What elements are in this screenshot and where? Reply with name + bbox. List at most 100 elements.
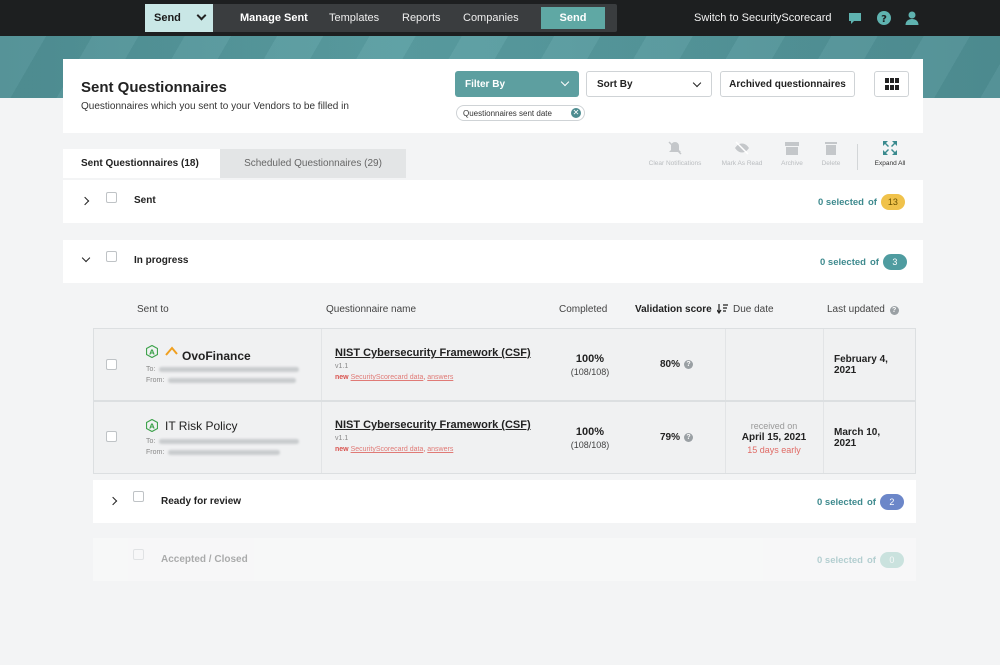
switch-to-securityscorecard-link[interactable]: Switch to SecurityScorecard	[694, 0, 832, 36]
group-label: Accepted / Closed	[161, 554, 248, 565]
selection-counter: 0 selected of 3	[820, 254, 907, 270]
grid-icon	[884, 78, 899, 90]
chat-icon[interactable]	[847, 10, 863, 26]
nav-templates[interactable]: Templates	[329, 4, 379, 32]
group-in-progress[interactable]: In progress 0 selected of 3	[63, 240, 923, 283]
of-label: of	[866, 496, 876, 508]
from-label: From:	[146, 449, 165, 456]
tab-scheduled-questionnaires[interactable]: Scheduled Questionnaires (29)	[220, 149, 406, 178]
redacted-email	[159, 438, 300, 444]
archived-questionnaires-button[interactable]: Archived questionnaires	[720, 71, 855, 97]
group-accepted-closed[interactable]: Accepted / Closed 0 selected of 0	[93, 538, 916, 581]
filter-by-button[interactable]: Filter By	[455, 71, 579, 97]
completed-fraction: (108/108)	[570, 440, 610, 450]
chevron-right-icon[interactable]	[108, 496, 118, 506]
chevron-right-icon[interactable]	[80, 196, 90, 206]
count-badge: 2	[879, 494, 904, 510]
vendor-grade-icon: A	[146, 419, 158, 432]
chevron-down-icon	[196, 10, 207, 21]
nav-manage-sent[interactable]: Manage Sent	[240, 4, 308, 32]
column-divider	[321, 402, 322, 473]
table-row[interactable]: A OvoFinance To: From: NIST Cybersecurit…	[93, 328, 916, 401]
sort-by-label: Sort By	[597, 78, 633, 90]
answers-link[interactable]: answers	[427, 446, 453, 453]
answers-link[interactable]: answers	[427, 374, 453, 381]
trash-icon	[825, 142, 837, 155]
svg-text:?: ?	[881, 14, 887, 25]
help-icon[interactable]: ?	[684, 360, 694, 369]
column-header-sent-to: Sent to	[137, 304, 169, 315]
securityscorecard-data-link[interactable]: SecurityScorecard data	[351, 374, 424, 381]
expand-all-button[interactable]: Expand All	[855, 140, 925, 167]
of-label: of	[867, 196, 877, 208]
group-label: Sent	[134, 195, 156, 206]
column-divider	[725, 329, 726, 400]
column-header-due-date: Due date	[733, 304, 774, 315]
questionnaire-link[interactable]: NIST Cybersecurity Framework (CSF)	[335, 347, 531, 359]
nav-group: Send Manage Sent Templates Reports Compa…	[145, 4, 617, 32]
questionnaire-version: v1.1	[335, 363, 349, 370]
clear-notifications-button[interactable]: Clear Notifications	[640, 140, 710, 167]
help-icon[interactable]: ?	[684, 433, 694, 442]
group-checkbox[interactable]	[106, 251, 117, 262]
validation-score: 79% ?	[660, 432, 694, 443]
score-value: 79%	[660, 432, 681, 443]
group-checkbox[interactable]	[133, 491, 144, 502]
to-line: To:	[146, 366, 300, 373]
group-sent[interactable]: Sent 0 selected of 13	[63, 180, 923, 223]
row-checkbox[interactable]	[106, 359, 117, 370]
vendor-name[interactable]: OvoFinance	[182, 349, 251, 363]
score-value: 80%	[660, 359, 681, 370]
column-header-completed: Completed	[559, 304, 608, 315]
grid-view-button[interactable]	[874, 71, 909, 97]
questionnaire-link[interactable]: NIST Cybersecurity Framework (CSF)	[335, 419, 531, 431]
vendor-name[interactable]: IT Risk Policy	[165, 419, 237, 433]
table-row[interactable]: A IT Risk Policy To: From: NIST Cybersec…	[93, 401, 916, 474]
redacted-email	[159, 366, 300, 372]
expand-icon	[883, 141, 897, 155]
column-header-validation-score[interactable]: Validation score	[635, 304, 729, 315]
send-dropdown[interactable]: Send	[145, 4, 213, 32]
to-line: To:	[146, 438, 300, 445]
page-title: Sent Questionnaires	[81, 79, 227, 96]
column-divider	[823, 329, 824, 400]
help-icon[interactable]: ?	[876, 10, 892, 26]
group-ready-for-review[interactable]: Ready for review 0 selected of 2	[93, 480, 916, 523]
column-divider	[725, 402, 726, 473]
group-label: Ready for review	[161, 496, 242, 507]
help-icon[interactable]: ?	[889, 306, 899, 315]
filter-by-label: Filter By	[465, 78, 506, 90]
remove-filter-icon[interactable]: ✕	[571, 108, 581, 118]
group-checkbox[interactable]	[106, 192, 117, 203]
page-subtitle: Questionnaires which you sent to your Ve…	[81, 101, 349, 112]
group-checkbox[interactable]	[133, 549, 144, 560]
redacted-email	[168, 449, 281, 455]
vendor-grade: A	[149, 349, 155, 357]
row-checkbox[interactable]	[106, 431, 117, 442]
from-label: From:	[146, 377, 165, 384]
validation-score: 80% ?	[660, 359, 694, 370]
nav-companies[interactable]: Companies	[463, 4, 519, 32]
from-line: From:	[146, 449, 281, 456]
redacted-email	[168, 377, 297, 383]
filter-chip-label: Questionnaires sent date	[463, 108, 552, 118]
questionnaire-version: v1.1	[335, 435, 349, 442]
nav-reports[interactable]: Reports	[402, 4, 441, 32]
to-label: To:	[146, 438, 156, 445]
column-divider	[823, 402, 824, 473]
user-icon[interactable]	[904, 10, 920, 26]
chevron-down-icon[interactable]	[81, 253, 91, 263]
new-label: new	[335, 374, 349, 381]
sort-descending-icon[interactable]	[716, 304, 729, 315]
sort-by-dropdown[interactable]: Sort By	[586, 71, 712, 97]
tab-sent-questionnaires[interactable]: Sent Questionnaires (18)	[63, 149, 220, 178]
count-badge: 3	[882, 254, 907, 270]
selected-count: 0 selected	[817, 496, 863, 508]
nav-send-button[interactable]: Send	[541, 7, 605, 29]
due-date: April 15, 2021	[741, 432, 807, 443]
completed-percent: 100%	[575, 426, 605, 438]
header-card: Sent Questionnaires Questionnaires which…	[63, 59, 923, 133]
of-label: of	[866, 554, 876, 566]
securityscorecard-data-link[interactable]: SecurityScorecard data	[351, 446, 424, 453]
bell-off-icon	[668, 141, 682, 155]
